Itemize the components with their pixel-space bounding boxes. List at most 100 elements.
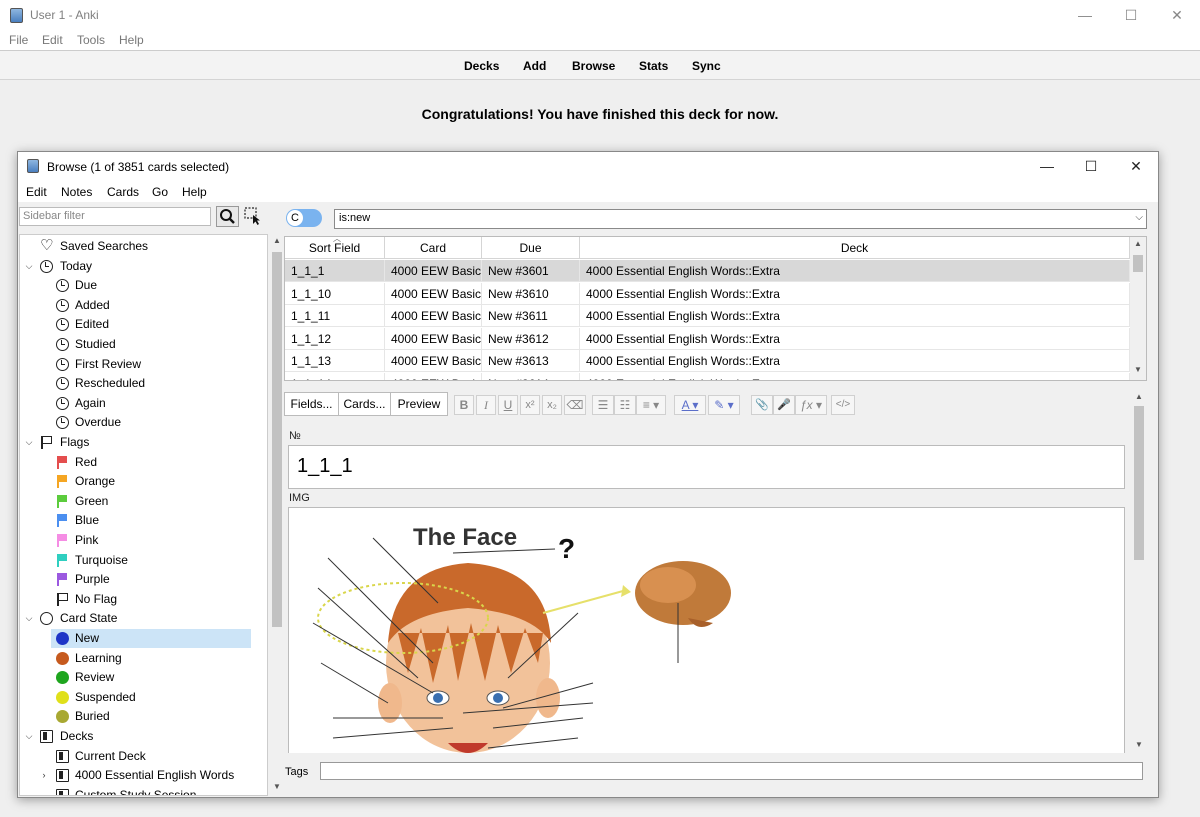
collapse-arrow-icon[interactable]: › <box>39 766 49 785</box>
browse-minimize-icon[interactable]: — <box>1024 152 1070 181</box>
scroll-up-icon[interactable]: ▲ <box>270 236 284 245</box>
browse-close-icon[interactable]: ✕ <box>1113 152 1159 181</box>
toolbar-decks[interactable]: Decks <box>464 59 499 73</box>
sidebar-item-card-state[interactable]: ⌵ Card State <box>20 609 260 628</box>
minimize-icon[interactable]: — <box>1062 0 1108 30</box>
sidebar-item-due[interactable]: Due <box>20 276 260 295</box>
menu-tools[interactable]: Tools <box>77 33 105 47</box>
sidebar-item-added[interactable]: Added <box>20 296 260 315</box>
toolbar-add[interactable]: Add <box>523 59 546 73</box>
face-diagram-image[interactable]: The Face ? <box>293 513 739 753</box>
table-scrollbar[interactable]: ▲ ▼ <box>1130 237 1146 380</box>
browse-menu-go[interactable]: Go <box>152 185 168 199</box>
sidebar-item-suspended[interactable]: Suspended <box>20 688 260 707</box>
expand-arrow-icon[interactable]: ⌵ <box>24 727 34 746</box>
sidebar-item-first-review[interactable]: First Review <box>20 355 260 374</box>
sidebar-item-purple[interactable]: Purple <box>20 570 260 589</box>
sidebar-item-today[interactable]: ⌵ Today <box>20 257 260 276</box>
table-row[interactable]: 1_1_144000 EEW BasicNew #36144000 Essent… <box>285 372 1130 380</box>
table-row[interactable]: 1_1_11 4000 EEW Basic New #3611 4000 Essent… <box>285 305 1130 327</box>
underline-icon[interactable]: U <box>498 395 518 415</box>
sidebar-search-button[interactable] <box>216 206 239 227</box>
sidebar-item-studied[interactable]: Studied <box>20 335 260 354</box>
sidebar-item-buried[interactable]: Buried <box>20 707 260 726</box>
table-row[interactable]: 1_1_12 4000 EEW Basic New #3612 4000 Essent… <box>285 327 1130 350</box>
editor-scrollbar[interactable]: ▲ ▼ <box>1131 392 1147 753</box>
menu-file[interactable]: File <box>9 33 28 47</box>
tags-input[interactable] <box>320 762 1143 780</box>
sidebar-item-new[interactable]: New <box>51 629 251 648</box>
sidebar-item-blue[interactable]: Blue <box>20 511 260 530</box>
table-scroll-up-icon[interactable]: ▲ <box>1131 239 1145 248</box>
sidebar-scrollbar[interactable]: ▲ ▼ <box>270 234 284 796</box>
column-header-deck[interactable]: Deck <box>580 237 1130 259</box>
preview-button[interactable]: Preview <box>390 392 448 416</box>
editor-scroll-down-icon[interactable]: ▼ <box>1132 740 1146 749</box>
sidebar-item-flags[interactable]: ⌵ Flags <box>20 433 260 452</box>
sidebar-scroll-thumb[interactable] <box>272 252 282 627</box>
table-row[interactable]: 1_1_1 4000 EEW Basic New #3601 4000 Essenti… <box>285 260 1130 282</box>
menu-edit[interactable]: Edit <box>42 33 63 47</box>
card-note-mode-toggle[interactable]: C <box>286 209 322 227</box>
browse-maximize-icon[interactable]: ☐ <box>1068 152 1114 181</box>
sidebar-item-review[interactable]: Review <box>20 668 260 687</box>
field-number-editor[interactable]: 1_1_1 <box>288 445 1125 489</box>
sidebar-filter-input[interactable]: Sidebar filter <box>19 207 211 226</box>
editor-scroll-thumb[interactable] <box>1134 406 1144 560</box>
bold-icon[interactable]: B <box>454 395 474 415</box>
browse-menu-help[interactable]: Help <box>182 185 207 199</box>
table-scroll-down-icon[interactable]: ▼ <box>1131 365 1145 374</box>
sidebar-item-edited[interactable]: Edited <box>20 315 260 334</box>
menu-help[interactable]: Help <box>119 33 144 47</box>
cards-button[interactable]: Cards... <box>338 392 391 416</box>
table-scroll-thumb[interactable] <box>1133 255 1143 272</box>
table-row[interactable]: 1_1_10 4000 EEW Basic New #3610 4000 Essent… <box>285 282 1130 305</box>
record-audio-icon[interactable]: 🎤 <box>773 395 795 415</box>
sidebar-item-no-flag[interactable]: No Flag <box>20 590 260 609</box>
ordered-list-icon[interactable]: ☷ <box>614 395 636 415</box>
sidebar-item-turquoise[interactable]: Turquoise <box>20 551 260 570</box>
eraser-icon[interactable]: ⌫ <box>564 395 586 415</box>
browse-menu-cards[interactable]: Cards <box>107 185 139 199</box>
search-input[interactable]: is:new ⌵ <box>334 209 1147 229</box>
text-color-icon[interactable]: A ▾ <box>674 395 706 415</box>
sidebar-item-rescheduled[interactable]: Rescheduled <box>20 374 260 393</box>
expand-arrow-icon[interactable]: ⌵ <box>24 257 34 276</box>
expand-arrow-icon[interactable]: ⌵ <box>24 433 34 452</box>
sidebar-item-orange[interactable]: Orange <box>20 472 260 491</box>
column-header-sort-field[interactable]: Sort Field ︿ <box>285 237 385 259</box>
highlight-icon[interactable]: ✎ ▾ <box>708 395 740 415</box>
sidebar-item-green[interactable]: Green <box>20 492 260 511</box>
browse-menu-notes[interactable]: Notes <box>61 185 92 199</box>
unordered-list-icon[interactable]: ☰ <box>592 395 614 415</box>
sidebar-item-overdue[interactable]: Overdue <box>20 413 260 432</box>
chevron-down-icon[interactable]: ⌵ <box>1135 212 1143 223</box>
sidebar-item-decks[interactable]: ⌵ Decks <box>20 727 260 746</box>
align-icon[interactable]: ≡ ▾ <box>636 395 666 415</box>
toolbar-sync[interactable]: Sync <box>692 59 721 73</box>
sidebar-item-learning[interactable]: Learning <box>20 649 260 668</box>
close-icon[interactable]: ✕ <box>1154 0 1200 30</box>
formula-icon[interactable]: ƒx ▾ <box>795 395 827 415</box>
column-header-card[interactable]: Card <box>385 237 482 259</box>
fields-button[interactable]: Fields... <box>284 392 339 416</box>
select-tool-button[interactable] <box>244 207 262 226</box>
sidebar-item-current-deck[interactable]: Current Deck <box>20 747 260 766</box>
editor-scroll-up-icon[interactable]: ▲ <box>1132 392 1146 401</box>
sidebar-item-custom-study-session[interactable]: Custom Study Session <box>20 786 260 795</box>
field-img-editor[interactable]: The Face ? <box>288 507 1125 753</box>
subscript-icon[interactable]: x₂ <box>542 395 562 415</box>
sidebar-item-4000-essential-english-words[interactable]: › 4000 Essential English Words <box>20 766 260 785</box>
sidebar-item-saved-searches[interactable]: ♡ Saved Searches <box>20 237 260 256</box>
attach-icon[interactable]: 📎 <box>751 395 773 415</box>
browse-menu-edit[interactable]: Edit <box>26 185 47 199</box>
sidebar-item-again[interactable]: Again <box>20 394 260 413</box>
maximize-icon[interactable]: ☐ <box>1108 0 1154 30</box>
sidebar-item-pink[interactable]: Pink <box>20 531 260 550</box>
html-editor-icon[interactable]: </> <box>831 395 855 415</box>
italic-icon[interactable]: I <box>476 395 496 415</box>
column-header-due[interactable]: Due <box>482 237 580 259</box>
sidebar-item-red[interactable]: Red <box>20 453 260 472</box>
superscript-icon[interactable]: x² <box>520 395 540 415</box>
table-row[interactable]: 1_1_13 4000 EEW Basic New #3613 4000 Essent… <box>285 350 1130 372</box>
